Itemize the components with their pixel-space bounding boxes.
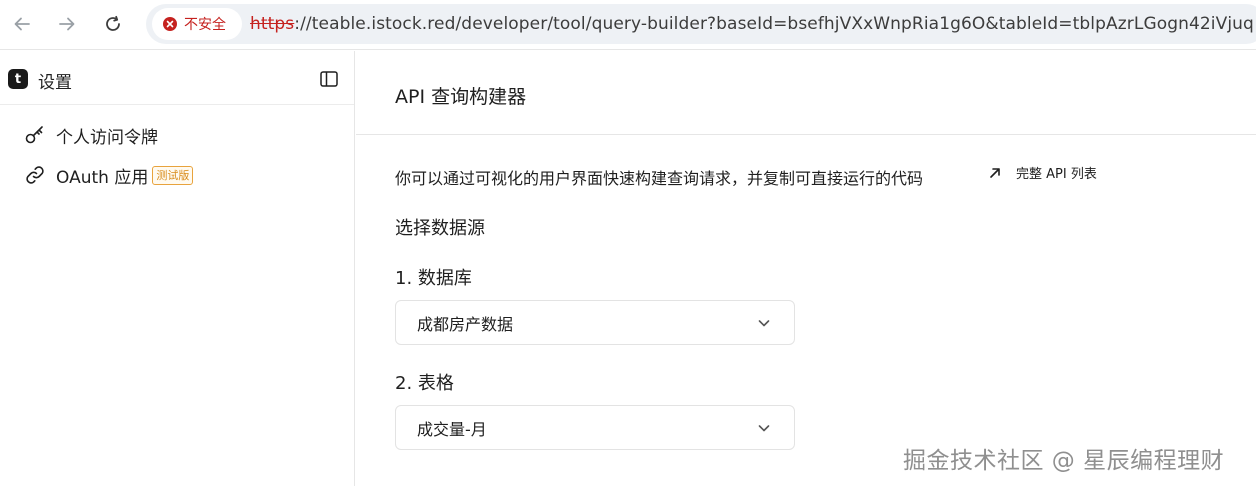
arrow-left-icon: [14, 17, 30, 31]
forward-button[interactable]: [52, 9, 82, 39]
table-select-value: 成交量-月: [417, 419, 487, 439]
warning-icon: [163, 17, 177, 31]
reload-button[interactable]: [98, 9, 128, 39]
settings-sidebar: t 设置 个人访问令牌 OAuth 应用 测试版: [0, 51, 355, 486]
link-icon: [24, 164, 46, 186]
sidebar-item-label: 个人访问令牌: [56, 127, 158, 148]
sidebar-collapse-icon[interactable]: [318, 68, 340, 90]
api-link-label: 完整 API 列表: [1016, 167, 1097, 182]
reload-icon: [106, 15, 120, 31]
watermark: 掘金技术社区 @ 星辰编程理财: [903, 448, 1225, 474]
security-label: 不安全: [184, 17, 226, 33]
browser-toolbar: 不安全 https://teable.istock.red/developer/…: [0, 0, 1256, 50]
sidebar-item-label: OAuth 应用: [56, 167, 149, 188]
url-path: ://teable.istock.red/developer/tool/quer…: [294, 14, 1254, 34]
teable-logo-icon[interactable]: t: [8, 69, 28, 89]
sidebar-header: t 设置: [0, 51, 354, 105]
table-select[interactable]: 成交量-月: [395, 405, 795, 450]
url-text[interactable]: https://teable.istock.red/developer/tool…: [250, 14, 1254, 34]
main-content: API 查询构建器 你可以通过可视化的用户界面快速构建查询请求，并复制可直接运行…: [356, 51, 1256, 486]
page-title: API 查询构建器: [395, 86, 527, 108]
chevron-down-icon: [758, 320, 770, 327]
url-scheme: https: [250, 14, 295, 34]
data-source-heading: 选择数据源: [395, 218, 485, 239]
database-label: 1. 数据库: [395, 268, 472, 289]
sidebar-item-oauth-apps[interactable]: OAuth 应用 测试版: [24, 161, 194, 189]
main-header: API 查询构建器: [356, 51, 1256, 135]
full-api-list-link[interactable]: 完整 API 列表: [988, 163, 1097, 182]
key-icon: [24, 124, 46, 146]
address-bar[interactable]: 不安全 https://teable.istock.red/developer/…: [146, 4, 1256, 44]
sidebar-title: 设置: [38, 73, 72, 93]
external-arrow-icon: [990, 167, 1000, 178]
page-description: 你可以通过可视化的用户界面快速构建查询请求，并复制可直接运行的代码: [395, 169, 924, 188]
security-indicator[interactable]: 不安全: [152, 8, 242, 40]
sidebar-item-personal-access-token[interactable]: 个人访问令牌: [24, 121, 158, 149]
chevron-down-icon: [758, 425, 770, 432]
arrow-right-icon: [59, 17, 75, 31]
database-select-value: 成都房产数据: [417, 314, 514, 334]
database-select[interactable]: 成都房产数据: [395, 300, 795, 345]
beta-badge: 测试版: [152, 165, 194, 185]
back-button[interactable]: [7, 9, 37, 39]
table-label: 2. 表格: [395, 373, 454, 394]
